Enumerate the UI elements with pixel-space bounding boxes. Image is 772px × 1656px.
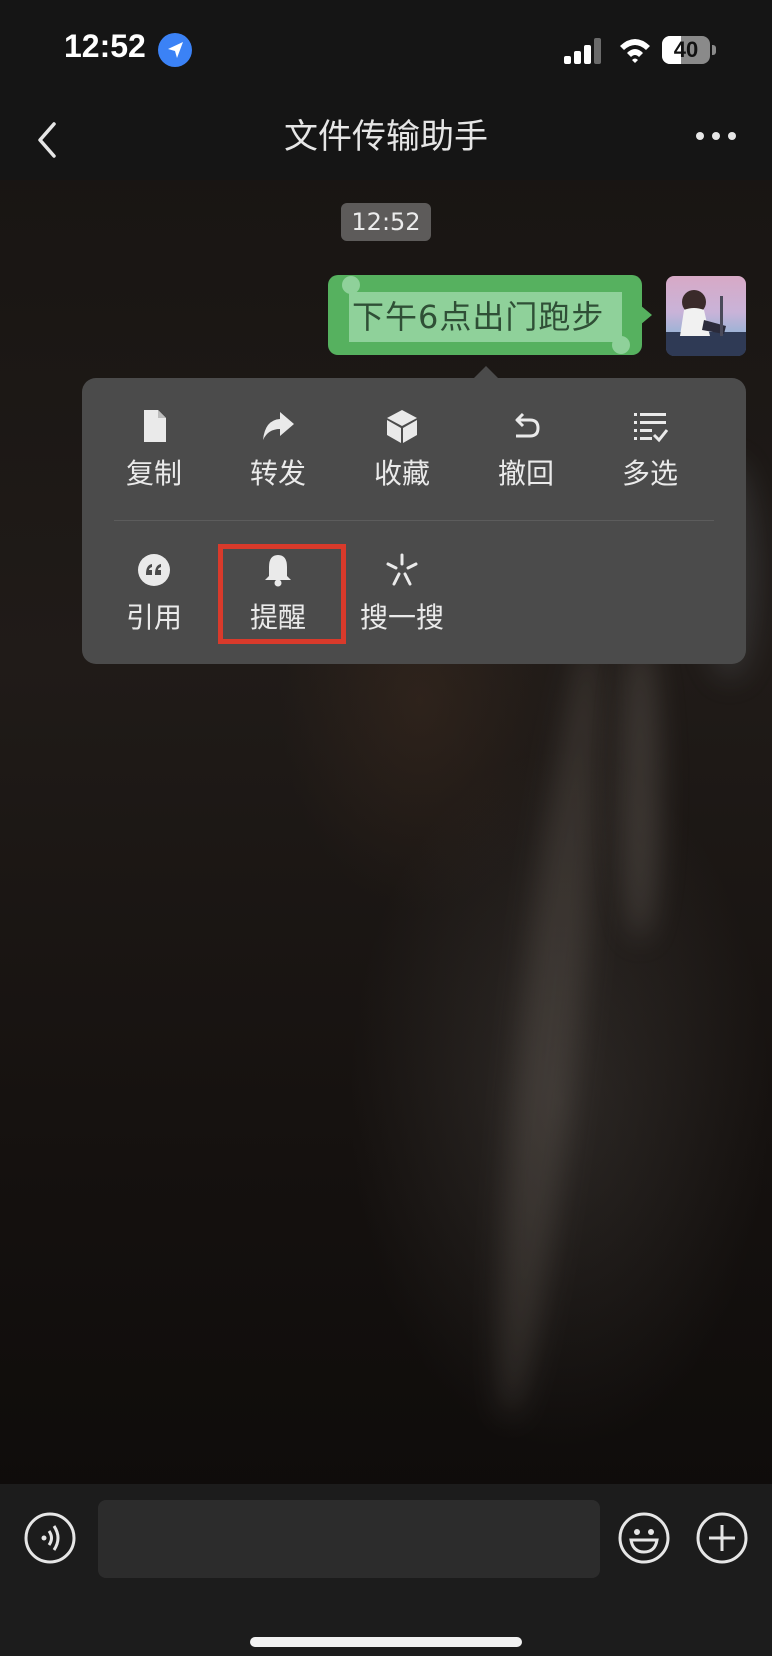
menu-item-label: 引用 (125, 601, 182, 634)
battery-percent: 40 (673, 37, 699, 62)
wifi-icon (620, 39, 650, 63)
more-dots-icon[interactable] (694, 128, 738, 144)
menu-item-label: 收藏 (373, 457, 430, 490)
background-light-streak (620, 640, 660, 940)
plus-icon[interactable] (696, 1512, 748, 1564)
home-indicator[interactable] (250, 1637, 522, 1647)
undo-icon (515, 412, 540, 438)
voice-icon[interactable] (24, 1512, 76, 1564)
forward-icon (263, 412, 294, 440)
signal-icon (564, 38, 601, 64)
message-input[interactable] (98, 1500, 600, 1578)
menu-divider (114, 520, 714, 521)
menu-item-search[interactable]: 搜一搜 (342, 522, 462, 634)
menu-item-label: 复制 (125, 457, 182, 490)
menu-item-recall[interactable]: 撤回 (466, 378, 586, 490)
selection-handle-bar (619, 292, 622, 342)
emoji-icon[interactable] (618, 1512, 670, 1564)
cube-icon (387, 410, 417, 443)
menu-pointer (474, 366, 498, 378)
input-bar (0, 1484, 772, 1656)
chat-screen: 12:52 40 文件传输助手 12:52 下午6点出门跑步 复制 转发 收藏 … (0, 0, 772, 1656)
background-light-streak (479, 639, 621, 1421)
menu-item-multi-select[interactable]: 多选 (590, 378, 710, 490)
avatar[interactable] (666, 276, 746, 356)
selection-handle-bar (349, 292, 352, 342)
status-time: 12:52 (64, 28, 146, 64)
menu-item-favorite[interactable]: 收藏 (342, 378, 462, 490)
nav-bar: 文件传输助手 (0, 100, 772, 180)
menu-item-label: 多选 (621, 457, 678, 490)
search-spark-icon (386, 553, 418, 586)
message-timestamp: 12:52 (341, 203, 431, 241)
multi-select-icon (634, 413, 668, 443)
highlight-annotation-box (218, 544, 346, 644)
message-action-menu: 复制 转发 收藏 撤回 多选 引用 提醒 搜一搜 (82, 378, 746, 664)
selection-end-handle[interactable] (612, 336, 630, 354)
document-icon (144, 410, 166, 442)
page-title: 文件传输助手 (284, 117, 488, 157)
menu-item-copy[interactable]: 复制 (94, 378, 214, 490)
menu-item-label: 撤回 (497, 457, 554, 490)
selection-start-handle[interactable] (342, 276, 360, 294)
location-icon (158, 33, 192, 67)
menu-item-forward[interactable]: 转发 (218, 378, 338, 490)
quote-icon (138, 554, 170, 586)
menu-item-label: 搜一搜 (359, 601, 444, 634)
battery-icon: 40 (662, 36, 716, 64)
status-bar: 12:52 40 (0, 0, 772, 100)
menu-item-quote[interactable]: 引用 (94, 522, 214, 634)
bubble-tail (640, 305, 652, 325)
menu-item-label: 转发 (249, 457, 306, 490)
chevron-left-icon[interactable] (30, 118, 66, 162)
message-text[interactable]: 下午6点出门跑步 (352, 292, 622, 342)
